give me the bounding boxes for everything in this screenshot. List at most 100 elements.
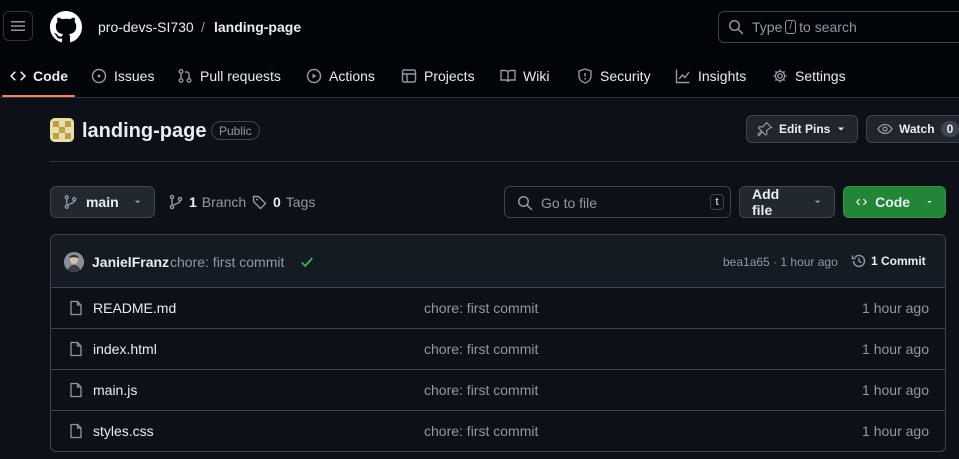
file-commit-time: 1 hour ago [862, 382, 929, 398]
history-icon [851, 254, 866, 268]
header-divider [50, 161, 959, 162]
tab-security-label: Security [600, 68, 651, 84]
tab-pull-requests[interactable]: Pull requests [177, 58, 281, 94]
check-icon[interactable] [300, 255, 314, 269]
branches-link[interactable]: 1 Branch [168, 194, 246, 210]
watch-button[interactable]: Watch 0 [866, 115, 959, 143]
file-icon [70, 341, 82, 357]
repo-nav: Code Issues Pull requests Actions Projec… [0, 58, 959, 98]
visibility-badge: Public [211, 121, 260, 140]
tab-insights[interactable]: Insights [675, 58, 746, 94]
chevron-down-icon [134, 200, 141, 204]
hamburger-icon [11, 21, 25, 31]
search-icon [729, 20, 744, 35]
commit-count: 1 Commit [871, 254, 926, 268]
repo-avatar [50, 118, 74, 142]
file-browser: JanielFranz chore: first commit bea1a65 … [50, 234, 946, 452]
breadcrumb-repo[interactable]: landing-page [214, 18, 301, 36]
active-tab-indicator [2, 95, 75, 97]
tab-wiki-label: Wiki [523, 68, 550, 84]
add-file-label: Add file [752, 186, 780, 218]
code-button-label: Code [875, 194, 911, 210]
commit-hash-time[interactable]: bea1a65 · 1 hour ago [723, 255, 838, 269]
code-icon [856, 198, 868, 206]
file-row[interactable]: index.html chore: first commit 1 hour ag… [51, 329, 945, 370]
tab-settings[interactable]: Settings [772, 58, 846, 94]
tab-insights-label: Insights [698, 68, 747, 84]
edit-pins-label: Edit Pins [779, 122, 831, 136]
go-to-file-input[interactable]: Go to file t [504, 186, 731, 218]
shield-icon [578, 68, 592, 84]
file-row[interactable]: README.md chore: first commit 1 hour ago [51, 288, 945, 329]
tab-actions[interactable]: Actions [306, 58, 375, 94]
file-row[interactable]: styles.css chore: first commit 1 hour ag… [51, 411, 945, 451]
tab-code[interactable]: Code [10, 58, 68, 94]
tab-projects-label: Projects [424, 68, 475, 84]
tab-settings-label: Settings [795, 68, 846, 84]
branch-count: 1 [189, 194, 197, 210]
file-name[interactable]: README.md [93, 300, 176, 316]
author-avatar[interactable] [64, 252, 84, 272]
search-shortcut-key: / [785, 20, 797, 34]
gear-icon [773, 69, 787, 83]
edit-pins-button[interactable]: Edit Pins [746, 115, 858, 143]
add-file-button[interactable]: Add file [739, 186, 835, 218]
branch-icon [64, 195, 77, 209]
branch-name: main [85, 194, 119, 210]
tags-link[interactable]: 0 Tags [252, 194, 315, 210]
file-commit-message[interactable]: chore: first commit [424, 382, 538, 398]
repo-title[interactable]: landing-page [82, 119, 206, 143]
file-row[interactable]: main.js chore: first commit 1 hour ago [51, 370, 945, 411]
file-commit-message[interactable]: chore: first commit [424, 341, 538, 357]
file-name[interactable]: styles.css [93, 423, 154, 439]
breadcrumb-separator: / [201, 19, 205, 35]
commit-history-link[interactable]: 1 Commit [851, 253, 926, 269]
file-icon [70, 382, 82, 398]
file-icon [70, 423, 82, 439]
branch-label: Branch [201, 194, 247, 210]
tab-actions-label: Actions [329, 68, 375, 84]
tab-issues[interactable]: Issues [91, 58, 154, 94]
chevron-down-icon [927, 200, 932, 204]
play-icon [306, 68, 322, 84]
tab-security[interactable]: Security [577, 58, 651, 94]
search-prefix: Type [752, 19, 783, 35]
watch-label: Watch [899, 122, 935, 136]
file-commit-message[interactable]: chore: first commit [424, 300, 538, 316]
pull-request-icon [178, 69, 192, 83]
file-commit-message[interactable]: chore: first commit [424, 423, 538, 439]
chevron-down-icon [838, 127, 845, 131]
branch-icon [169, 194, 183, 210]
breadcrumb-owner[interactable]: pro-devs-SI730 [98, 18, 194, 36]
tab-projects[interactable]: Projects [401, 58, 475, 94]
branch-selector[interactable]: main [50, 186, 155, 218]
commit-message[interactable]: chore: first commit [170, 254, 284, 270]
file-name[interactable]: main.js [93, 382, 137, 398]
pin-icon [757, 121, 773, 137]
commit-author[interactable]: JanielFranz [92, 254, 169, 270]
file-commit-time: 1 hour ago [862, 341, 929, 357]
table-icon [401, 69, 417, 83]
tag-icon [252, 195, 267, 210]
app-header: pro-devs-SI730 / landing-page Type / to … [0, 0, 959, 98]
search-input[interactable]: Type / to search [718, 11, 959, 43]
file-icon [70, 300, 82, 316]
tab-issues-label: Issues [114, 68, 155, 84]
code-button[interactable]: Code [843, 186, 946, 218]
file-name[interactable]: index.html [93, 341, 157, 357]
tag-label: Tags [285, 194, 316, 210]
watch-count: 0 [940, 121, 959, 137]
tab-pull-requests-label: Pull requests [200, 68, 281, 84]
tag-count: 0 [273, 194, 281, 210]
eye-icon [877, 123, 893, 135]
tab-code-label: Code [33, 68, 68, 84]
book-icon [500, 69, 516, 83]
github-logo-icon[interactable] [50, 11, 82, 43]
latest-commit-bar: JanielFranz chore: first commit bea1a65 … [51, 235, 945, 288]
tab-wiki[interactable]: Wiki [500, 58, 549, 94]
code-icon [10, 71, 26, 81]
search-suffix: to search [799, 19, 857, 35]
file-commit-time: 1 hour ago [862, 300, 929, 316]
menu-button[interactable] [3, 11, 33, 41]
file-commit-time: 1 hour ago [862, 423, 929, 439]
